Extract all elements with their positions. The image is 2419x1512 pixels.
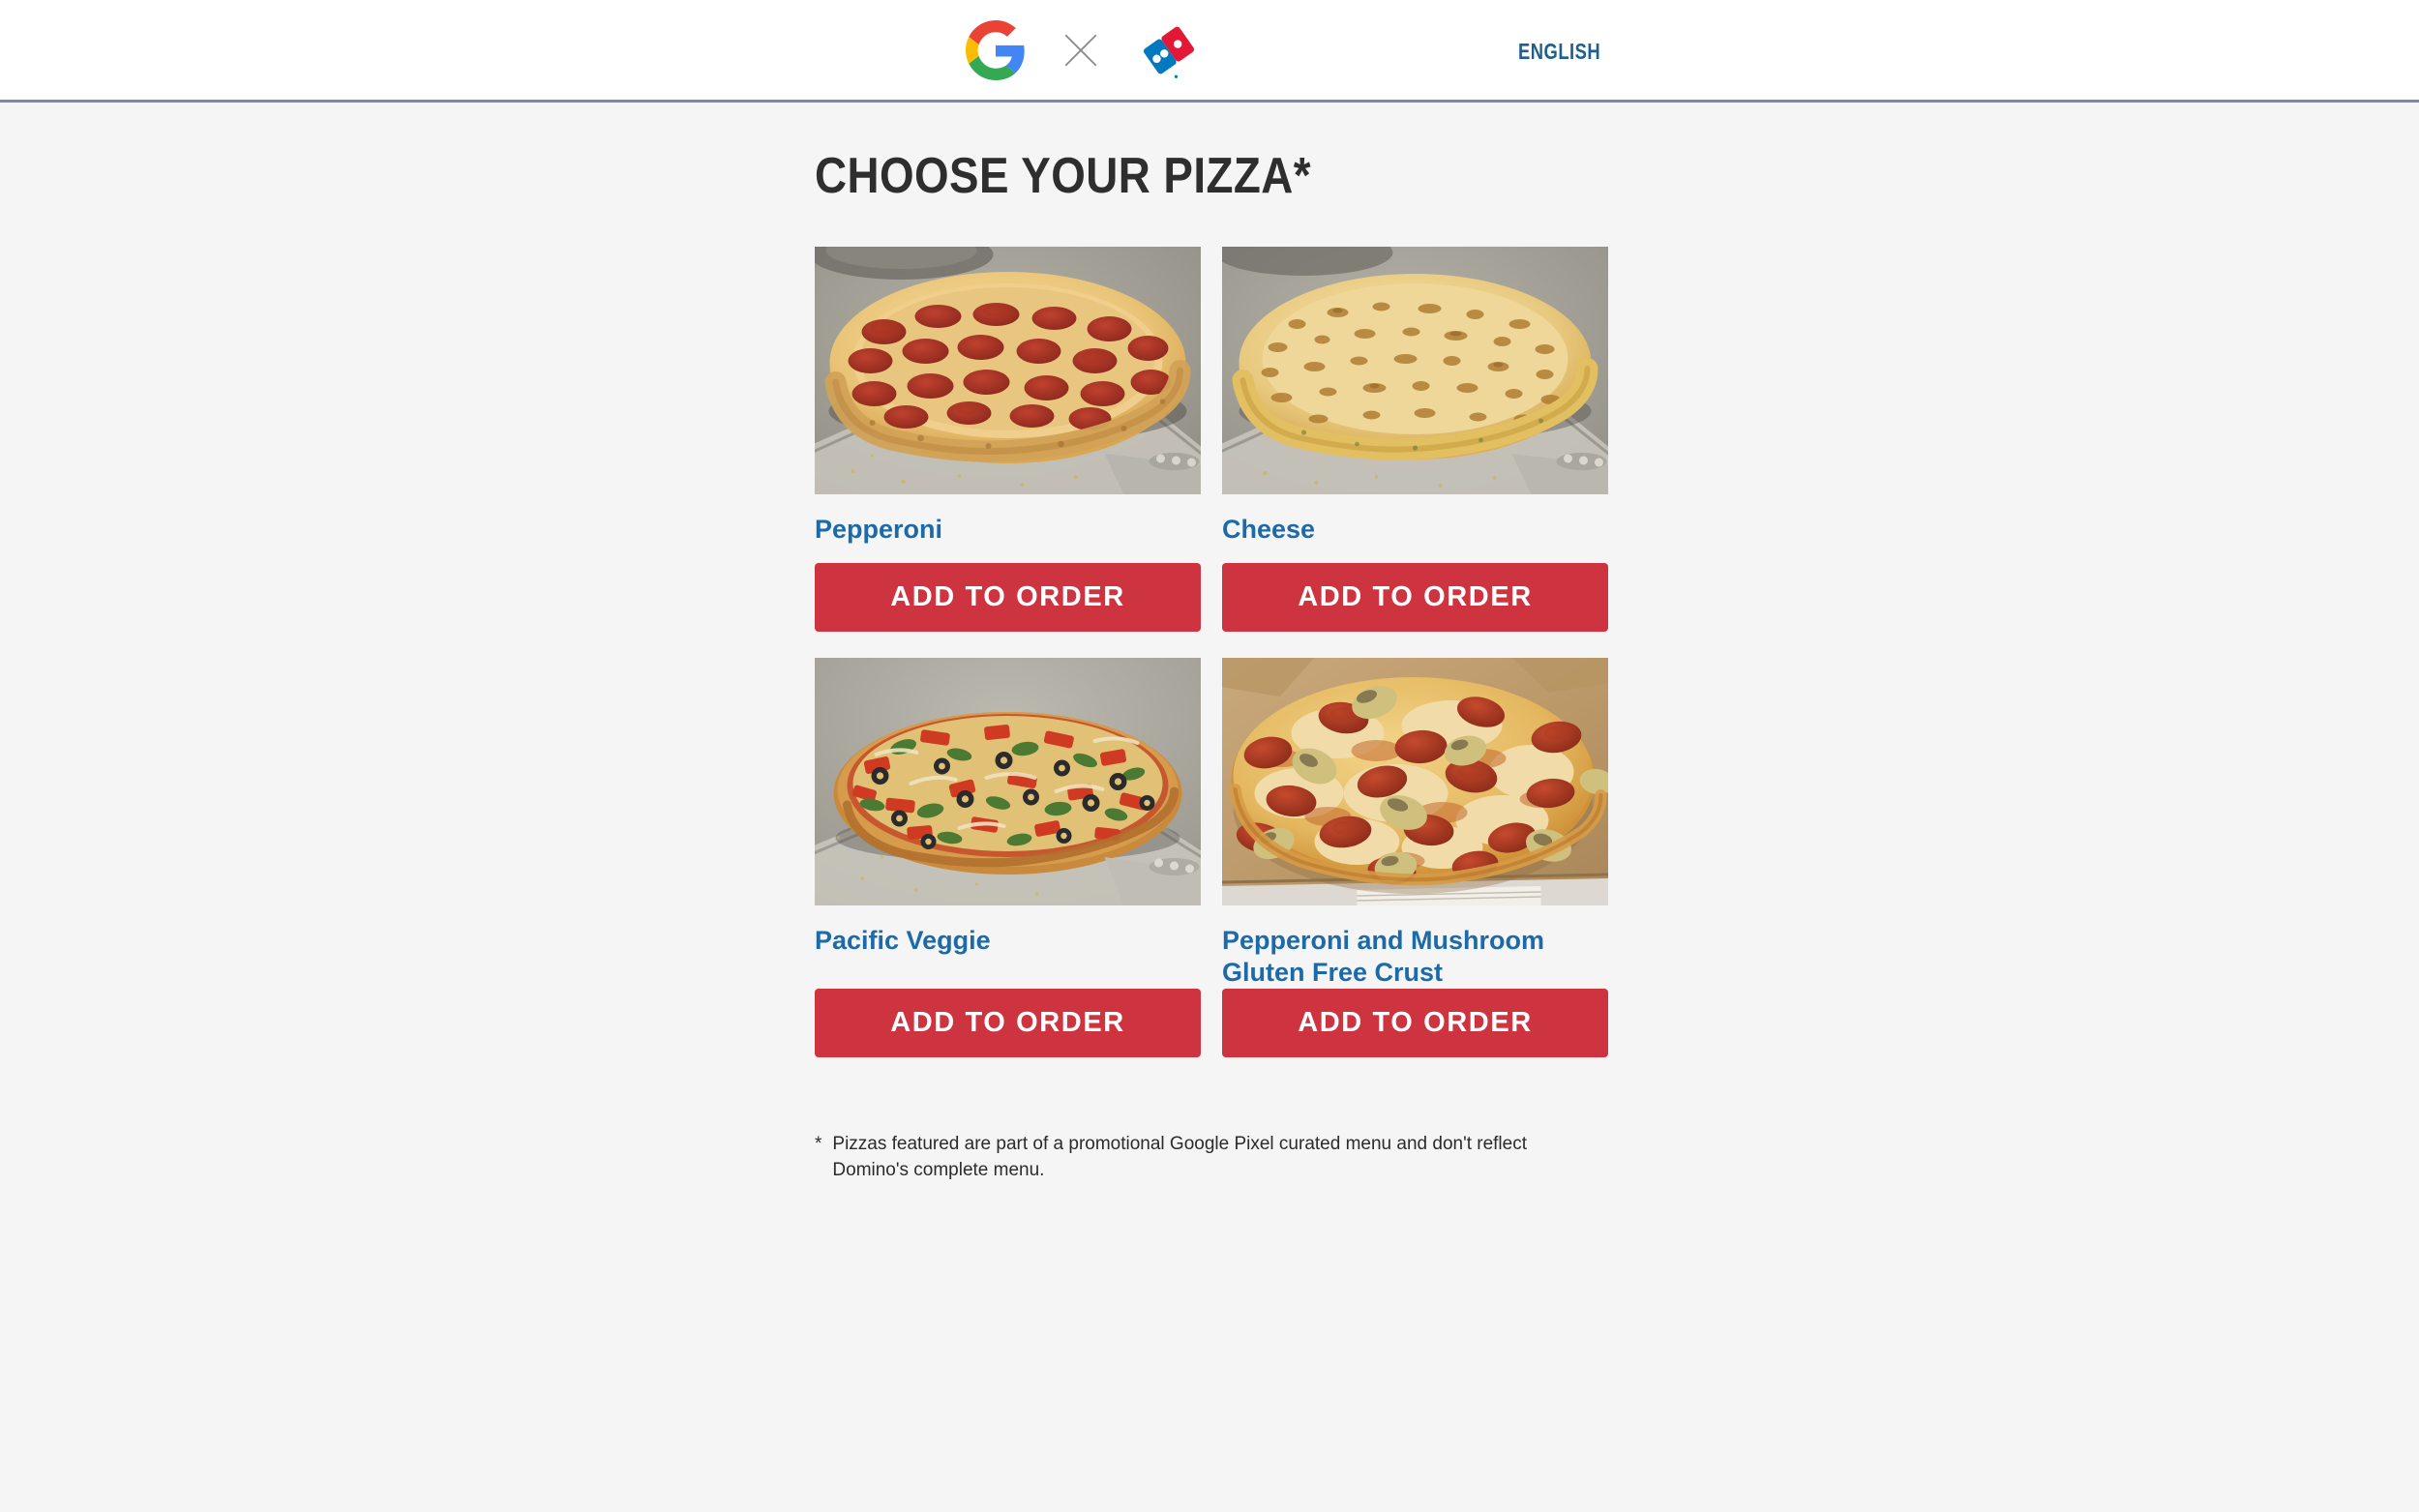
pizza-card-pacific-veggie: Pacific Veggie ADD TO ORDER	[815, 657, 1201, 1057]
content-container: CHOOSE YOUR PIZZA* Pepperoni ADD TO ORDE…	[815, 103, 1608, 1184]
button-spacer	[815, 957, 1201, 989]
dominos-logo-icon	[1136, 17, 1202, 83]
add-to-order-button[interactable]: ADD TO ORDER	[1222, 562, 1608, 632]
pizza-card-pepperoni-mushroom-gf: Pepperoni and Mushroom Gluten Free Crust…	[1222, 657, 1608, 1057]
cheese-pizza-image[interactable]	[1222, 247, 1608, 494]
page-body: CHOOSE YOUR PIZZA* Pepperoni ADD TO ORDE…	[0, 103, 2419, 1509]
pizza-card-pepperoni: Pepperoni ADD TO ORDER	[815, 247, 1201, 632]
brand-cluster	[966, 17, 1202, 83]
pizza-name: Pepperoni	[815, 515, 943, 544]
site-header: ENGLISH	[0, 0, 2419, 103]
footnote-text: Pizzas featured are part of a promotiona…	[832, 1133, 1527, 1181]
add-to-order-button[interactable]: ADD TO ORDER	[815, 562, 1201, 632]
pepperoni-pizza-image[interactable]	[815, 247, 1201, 494]
pizza-grid: Pepperoni ADD TO ORDER Cheese ADD TO ORD…	[815, 247, 1608, 1057]
pepperoni-mushroom-gluten-free-pizza-image[interactable]	[1222, 657, 1608, 905]
pizza-name: Cheese	[1222, 515, 1316, 544]
add-to-order-button[interactable]: ADD TO ORDER	[1222, 988, 1608, 1057]
pacific-veggie-pizza-image[interactable]	[815, 657, 1201, 905]
footnote-marker: *	[815, 1133, 822, 1154]
page-title: CHOOSE YOUR PIZZA*	[815, 148, 1312, 204]
add-to-order-button[interactable]: ADD TO ORDER	[815, 988, 1201, 1057]
pizza-name: Pacific Veggie	[815, 925, 991, 955]
language-selector-link[interactable]: ENGLISH	[1518, 39, 1600, 65]
pizza-name: Pepperoni and Mushroom Gluten Free Crust	[1222, 925, 1545, 987]
google-logo-icon	[966, 19, 1026, 80]
footnote: * Pizzas featured are part of a promotio…	[815, 1131, 1608, 1184]
pizza-card-cheese: Cheese ADD TO ORDER	[1222, 247, 1608, 632]
close-x-icon	[1060, 30, 1101, 71]
